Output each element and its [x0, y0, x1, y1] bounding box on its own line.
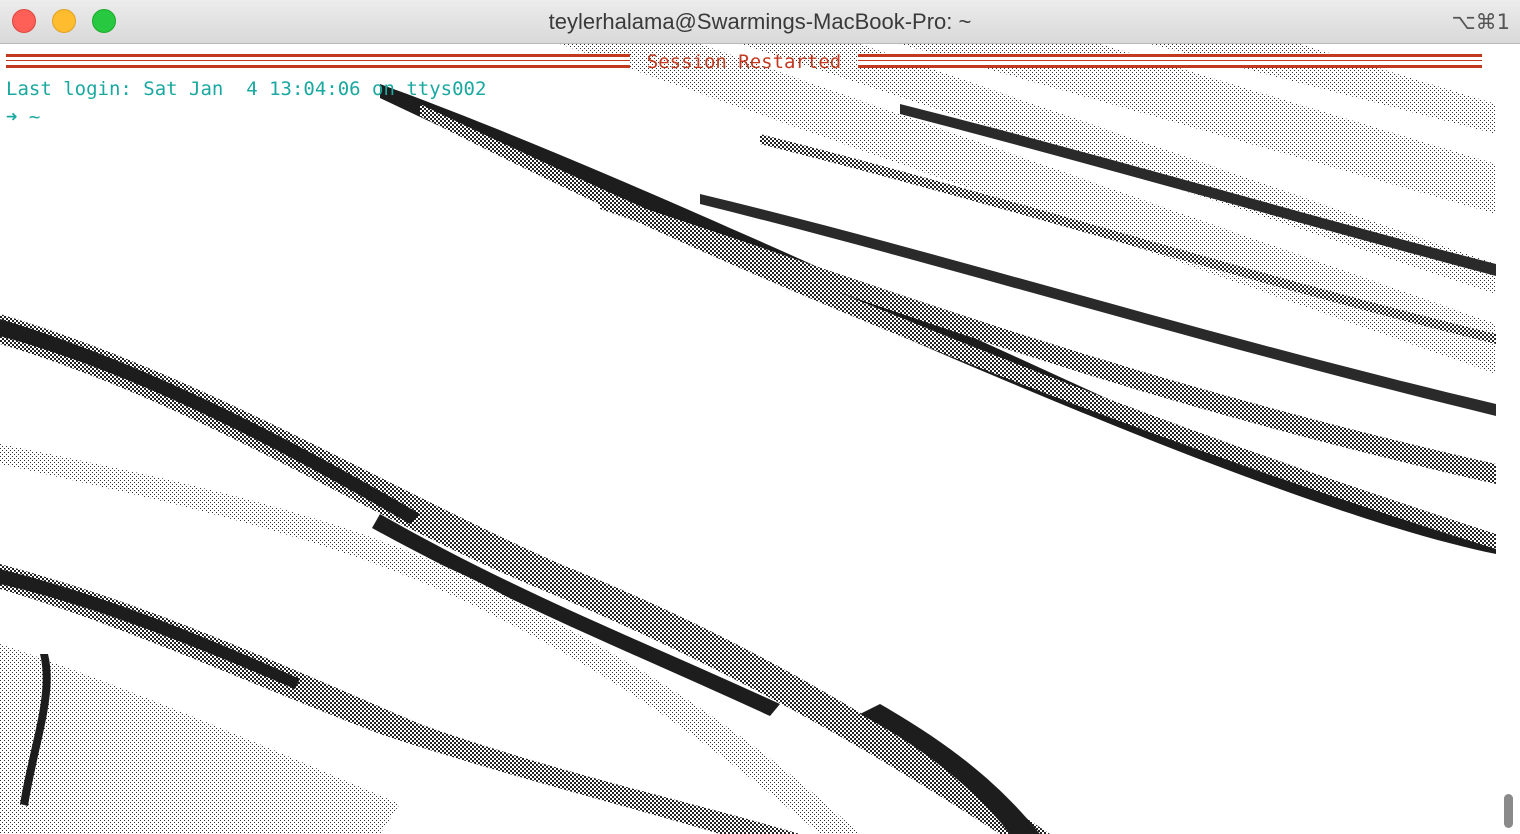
session-restarted-banner: Session Restarted [6, 52, 1482, 72]
terminal-window: teylerhalama@Swarmings-MacBook-Pro: ~ ⌥⌘… [0, 0, 1520, 834]
banner-rule-left [6, 54, 630, 68]
scrollbar-thumb[interactable] [1504, 794, 1513, 828]
terminal-content-area[interactable]: Session Restarted Last login: Sat Jan 4 … [0, 44, 1496, 834]
title-bar[interactable]: teylerhalama@Swarmings-MacBook-Pro: ~ ⌥⌘… [0, 0, 1520, 44]
session-restarted-label: Session Restarted [646, 51, 842, 73]
window-shortcut-label: ⌥⌘1 [1451, 10, 1510, 34]
terminal-background-image [0, 44, 1496, 834]
vertical-scrollbar[interactable] [1496, 44, 1520, 834]
window-title: teylerhalama@Swarmings-MacBook-Pro: ~ [548, 9, 972, 34]
last-login-line: Last login: Sat Jan 4 13:04:06 on ttys00… [6, 78, 487, 100]
banner-rule-right [858, 54, 1482, 68]
shell-prompt[interactable]: ➜ ~ [6, 106, 40, 128]
